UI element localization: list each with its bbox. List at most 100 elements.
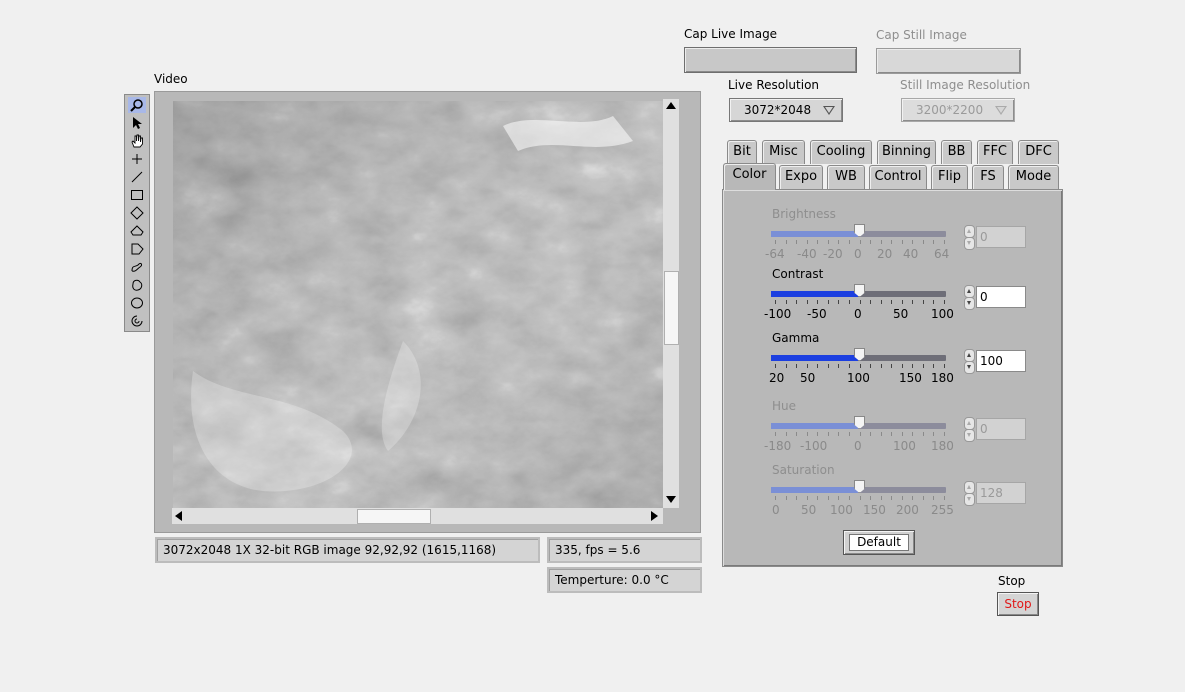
- scroll-left-icon[interactable]: [175, 511, 182, 521]
- image-vertical-scrollbar[interactable]: [663, 99, 679, 508]
- crosshair-icon[interactable]: [128, 151, 146, 167]
- contrast-input[interactable]: 0: [976, 286, 1026, 308]
- tab-control[interactable]: Control: [869, 165, 927, 189]
- slider-tick: [933, 364, 934, 368]
- slider-tick: [881, 364, 882, 368]
- slider-tick: [838, 240, 839, 244]
- live-video-image[interactable]: [173, 101, 665, 508]
- scroll-up-icon[interactable]: [666, 102, 676, 109]
- still-resolution-select[interactable]: 3200*2200: [901, 98, 1015, 122]
- saturation-scale-0: 0: [772, 503, 780, 517]
- gamma-label: Gamma: [772, 331, 820, 345]
- image-info-bar: 3072x2048 1X 32-bit RGB image 92,92,92 (…: [155, 537, 540, 563]
- fps-indicator: 335, fps = 5.6: [547, 537, 702, 563]
- slider-tick: [828, 240, 829, 244]
- slider-tick: [923, 240, 924, 244]
- slider-tick: [860, 432, 861, 436]
- contrast-spinner[interactable]: [964, 285, 975, 310]
- rotated-rectangle-icon[interactable]: [128, 205, 146, 221]
- slider-tick: [870, 432, 871, 436]
- freehand-icon[interactable]: [128, 259, 146, 275]
- slider-tick: [870, 496, 871, 500]
- tab-binning[interactable]: Binning: [877, 140, 936, 164]
- line-icon[interactable]: [128, 169, 146, 185]
- still-resolution-value: 3200*2200: [916, 103, 984, 117]
- tab-dfc[interactable]: DFC: [1018, 140, 1059, 164]
- slider-tick: [849, 364, 850, 368]
- contrast-scale-4: 100: [931, 307, 954, 321]
- cap-still-button[interactable]: [876, 48, 1021, 74]
- hue-spinner[interactable]: [964, 417, 975, 442]
- live-resolution-select[interactable]: 3072*2048: [729, 98, 843, 122]
- slider-tick: [828, 364, 829, 368]
- tab-bit[interactable]: Bit: [727, 140, 757, 164]
- saturation-spinner[interactable]: [964, 481, 975, 506]
- scroll-right-icon[interactable]: [651, 511, 658, 521]
- slider-tick: [881, 300, 882, 304]
- default-button-label: Default: [849, 534, 909, 551]
- slider-tick: [912, 300, 913, 304]
- scroll-down-icon[interactable]: [666, 496, 676, 503]
- tab-fs[interactable]: FS: [972, 165, 1004, 189]
- dropdown-arrow-icon: [823, 106, 835, 115]
- slider-tick: [870, 240, 871, 244]
- saturation-ticks: [775, 496, 945, 501]
- tab-misc[interactable]: Misc: [762, 140, 805, 164]
- slider-tick: [944, 496, 945, 500]
- slider-tick: [849, 300, 850, 304]
- stop-label: Stop: [998, 574, 1026, 588]
- hue-scale-0: -180: [764, 439, 792, 453]
- tab-bb[interactable]: BB: [941, 140, 972, 164]
- slider-tick: [796, 240, 797, 244]
- tab-mode[interactable]: Mode: [1008, 165, 1059, 189]
- annulus-arc-icon[interactable]: [128, 313, 146, 329]
- closed-freehand-icon[interactable]: [128, 277, 146, 293]
- pointer-icon[interactable]: [128, 115, 146, 131]
- slider-tick: [817, 432, 818, 436]
- horizontal-scroll-thumb[interactable]: [357, 509, 431, 524]
- gamma-input[interactable]: 100: [976, 350, 1026, 372]
- slider-tick: [828, 432, 829, 436]
- polygon-icon[interactable]: [128, 241, 146, 257]
- oval-icon[interactable]: [128, 295, 146, 311]
- annulus-icon[interactable]: [128, 223, 146, 239]
- slider-tick: [838, 300, 839, 304]
- slider-tick: [807, 364, 808, 368]
- tab-expo[interactable]: Expo: [779, 165, 823, 189]
- hue-ticks: [775, 432, 945, 437]
- tab-wb[interactable]: WB: [827, 165, 865, 189]
- vertical-scroll-thumb[interactable]: [664, 271, 679, 345]
- rectangle-icon[interactable]: [128, 187, 146, 203]
- slider-tick: [786, 364, 787, 368]
- live-resolution-value: 3072*2048: [744, 103, 812, 117]
- brightness-input[interactable]: 0: [976, 226, 1026, 248]
- tab-ffc[interactable]: FFC: [977, 140, 1013, 164]
- tab-flip[interactable]: Flip: [931, 165, 968, 189]
- slider-tick: [860, 496, 861, 500]
- slider-tick: [912, 432, 913, 436]
- tab-color[interactable]: Color: [723, 163, 776, 190]
- hand-icon[interactable]: [128, 133, 146, 149]
- brightness-scale-1: -40: [797, 247, 817, 261]
- slider-tick: [923, 432, 924, 436]
- image-horizontal-scrollbar[interactable]: [172, 508, 663, 524]
- slider-tick: [891, 432, 892, 436]
- default-button[interactable]: Default: [843, 530, 915, 555]
- contrast-ticks: [775, 300, 945, 305]
- zoom-icon[interactable]: [128, 97, 146, 113]
- slider-tick: [838, 364, 839, 368]
- tab-cooling[interactable]: Cooling: [810, 140, 872, 164]
- slider-tick: [807, 300, 808, 304]
- slider-tick: [912, 364, 913, 368]
- brightness-spinner[interactable]: [964, 225, 975, 250]
- hue-scale-1: -100: [800, 439, 828, 453]
- cap-live-button[interactable]: [684, 47, 857, 73]
- stop-button[interactable]: Stop: [997, 592, 1039, 616]
- saturation-input[interactable]: 128: [976, 482, 1026, 504]
- hue-fill: [771, 423, 858, 429]
- hue-input[interactable]: 0: [976, 418, 1026, 440]
- gamma-scale-0: 20: [769, 371, 785, 385]
- temperature-indicator: Temperture: 0.0 °C: [547, 567, 702, 593]
- slider-tick: [775, 240, 776, 244]
- gamma-spinner[interactable]: [964, 349, 975, 374]
